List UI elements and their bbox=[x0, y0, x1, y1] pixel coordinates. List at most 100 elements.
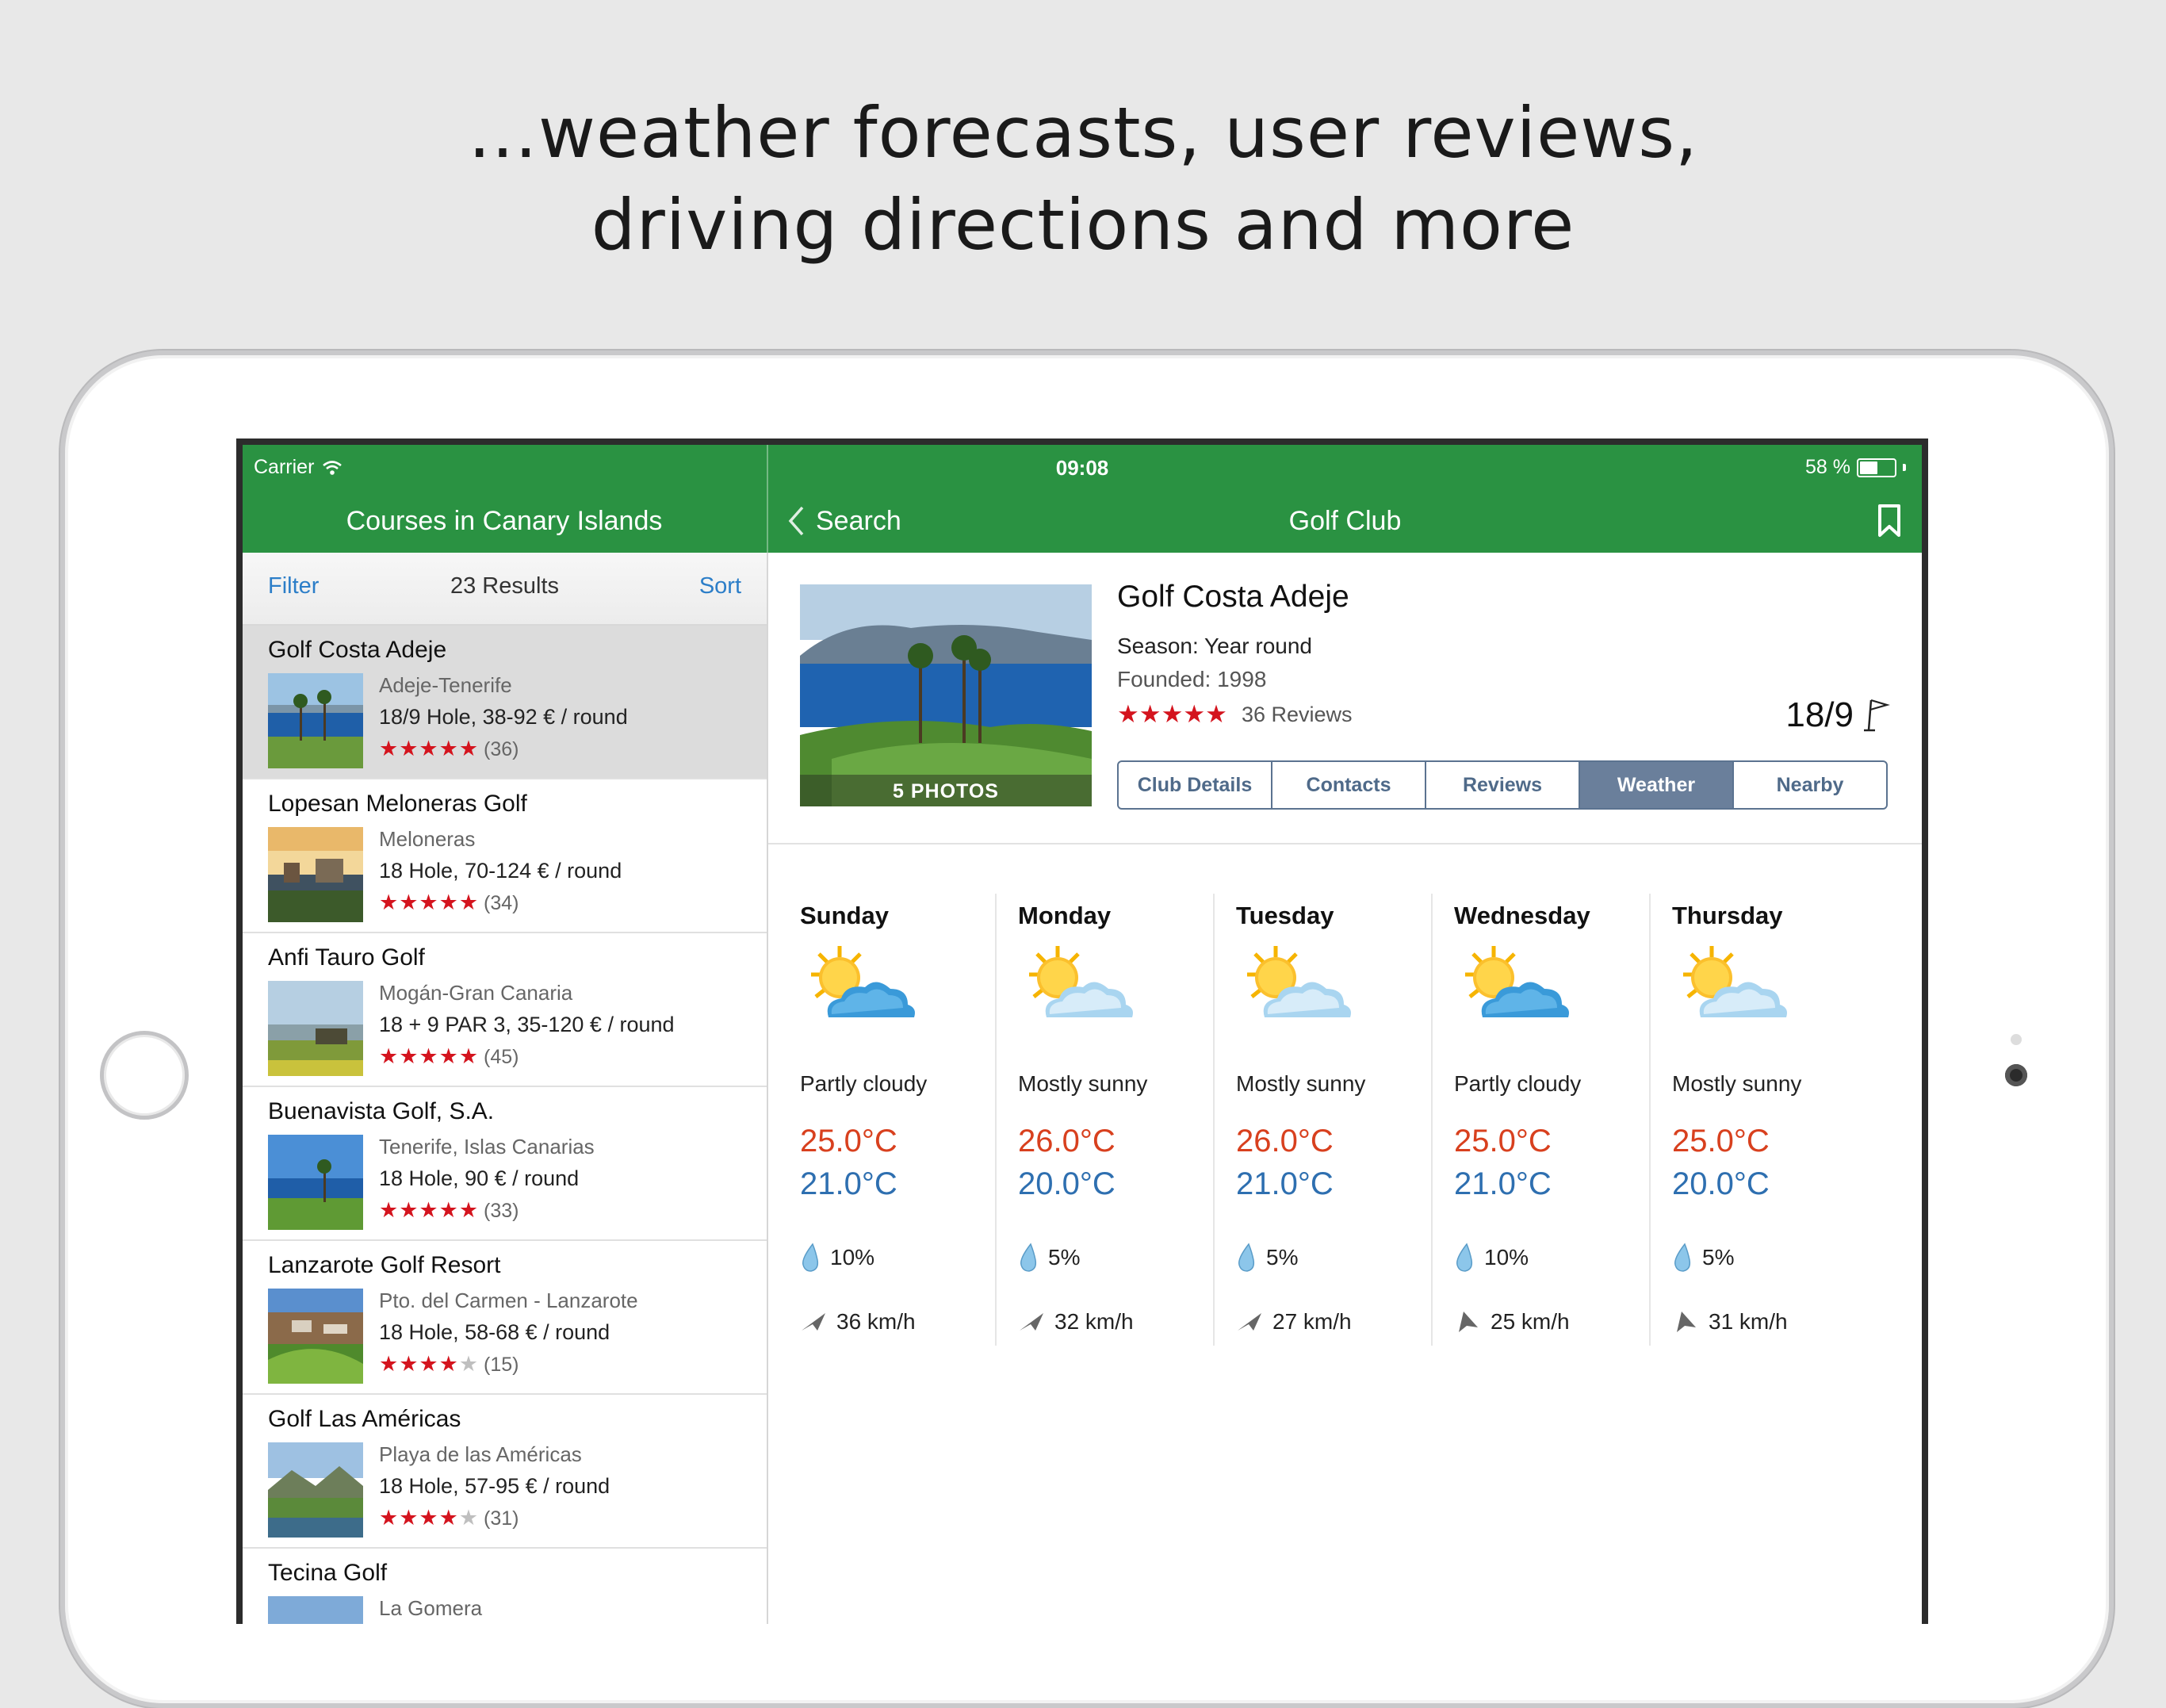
course-list-item[interactable]: Buenavista Golf, S.A. Tenerife, Islas Ca… bbox=[243, 1087, 767, 1241]
course-list-item[interactable]: Golf Costa Adeje Adeje-Tenerife 18/9 Hol… bbox=[243, 626, 767, 779]
course-location: Pto. del Carmen - Lanzarote bbox=[379, 1289, 638, 1312]
star-rating: ★★★★★ (34) bbox=[379, 890, 519, 915]
forecast-day: Monday Mostly sunny 26.0°C 20.0°C 5% 32 … bbox=[1018, 894, 1236, 1346]
device-screen: Carrier 09:08 58 % Courses in Canary Isl… bbox=[236, 438, 1928, 1624]
headline-line-2: driving directions and more bbox=[591, 184, 1575, 266]
raindrop-icon bbox=[1238, 1243, 1255, 1272]
list-nav-title: Courses in Canary Islands bbox=[346, 505, 663, 536]
star-rating: ★★★★★ (36) bbox=[379, 737, 519, 761]
detail-nav: Search Golf Club bbox=[768, 489, 1922, 553]
course-thumbnail bbox=[268, 827, 363, 922]
review-count: (36) bbox=[484, 738, 519, 760]
club-season: Season: Year round bbox=[1117, 634, 1312, 658]
wind-direction-icon bbox=[1238, 1313, 1261, 1331]
empty-star: ★ bbox=[458, 1506, 480, 1530]
rain-chance: 10% bbox=[1454, 1243, 1529, 1273]
wind-direction-icon bbox=[1459, 1312, 1478, 1332]
wind-speed: 36 km/h bbox=[800, 1309, 916, 1335]
tab-club-details[interactable]: Club Details bbox=[1119, 762, 1272, 808]
course-location: Tenerife, Islas Canarias bbox=[379, 1135, 595, 1158]
course-thumbnail bbox=[268, 1442, 363, 1538]
course-thumbnail bbox=[268, 1135, 363, 1230]
partly-cloudy-icon bbox=[1465, 946, 1569, 1017]
course-thumbnail bbox=[268, 1596, 363, 1624]
course-info: 18 Hole, 90 € / round bbox=[379, 1166, 580, 1190]
day-divider bbox=[1649, 894, 1651, 1346]
weather-description: Partly cloudy bbox=[800, 1071, 928, 1096]
sort-button[interactable]: Sort bbox=[699, 573, 741, 599]
tab-contacts[interactable]: Contacts bbox=[1272, 762, 1426, 808]
mostly-sunny-icon bbox=[1029, 946, 1133, 1017]
temp-high: 25.0°C bbox=[1672, 1124, 1770, 1158]
course-info: 18 Hole, 57-95 € / round bbox=[379, 1474, 610, 1498]
course-list-item[interactable]: Anfi Tauro Golf Mogán-Gran Canaria 18 + … bbox=[243, 933, 767, 1087]
raindrop-icon bbox=[1020, 1243, 1037, 1272]
battery-fill bbox=[1860, 461, 1877, 474]
day-name: Monday bbox=[1018, 902, 1112, 929]
weather-description: Mostly sunny bbox=[1236, 1071, 1366, 1096]
course-info: 18 Hole, 70-124 € / round bbox=[379, 859, 622, 883]
club-founded: Founded: 1998 bbox=[1117, 667, 1267, 691]
temp-low: 21.0°C bbox=[1236, 1166, 1334, 1201]
empty-star: ★ bbox=[458, 1352, 480, 1376]
forecast-day: Sunday Partly cloudy 25.0°C 21.0°C 10% 3… bbox=[800, 894, 1018, 1346]
temp-low: 20.0°C bbox=[1018, 1166, 1116, 1201]
course-name: Tecina Golf bbox=[268, 1560, 388, 1586]
weather-description: Partly cloudy bbox=[1454, 1071, 1582, 1096]
star-rating: ★★★★★ (15) bbox=[379, 1352, 519, 1377]
forecast-day: Wednesday Partly cloudy 25.0°C 21.0°C 10… bbox=[1454, 894, 1672, 1346]
day-divider bbox=[1431, 894, 1433, 1346]
course-info: 18 Hole, 58-68 € / round bbox=[379, 1320, 610, 1344]
course-name: Golf Las Américas bbox=[268, 1406, 461, 1432]
rating-stars: ★★★★ bbox=[379, 1506, 459, 1530]
review-count: (33) bbox=[484, 1200, 519, 1222]
battery-percent: 58 % bbox=[1805, 456, 1850, 478]
tab-nearby[interactable]: Nearby bbox=[1734, 762, 1886, 808]
star-rating: ★★★★★ (45) bbox=[379, 1044, 519, 1069]
course-name: Buenavista Golf, S.A. bbox=[268, 1098, 495, 1124]
temp-high: 26.0°C bbox=[1236, 1124, 1334, 1158]
course-list-panel: Filter 23 Results Sort Golf Costa Adeje … bbox=[243, 553, 767, 1624]
rating-stars: ★★★★★ bbox=[1117, 700, 1227, 728]
bookmark-button[interactable] bbox=[1877, 504, 1901, 546]
course-thumbnail bbox=[268, 981, 363, 1076]
course-location: Adeje-Tenerife bbox=[379, 673, 512, 697]
tab-reviews[interactable]: Reviews bbox=[1426, 762, 1580, 808]
temp-low: 20.0°C bbox=[1672, 1166, 1770, 1201]
course-location: Playa de las Américas bbox=[379, 1442, 582, 1466]
wind-speed: 25 km/h bbox=[1454, 1309, 1570, 1335]
rain-value: 5% bbox=[1702, 1245, 1735, 1270]
weather-forecast: Sunday Partly cloudy 25.0°C 21.0°C 10% 3… bbox=[800, 894, 1894, 1354]
results-count: 23 Results bbox=[450, 573, 559, 599]
club-photo[interactable]: 5 PHOTOS bbox=[800, 584, 1092, 806]
rain-chance: 5% bbox=[1018, 1243, 1080, 1273]
forecast-day: Tuesday Mostly sunny 26.0°C 21.0°C 5% 27… bbox=[1236, 894, 1454, 1346]
course-list-item[interactable]: Tecina Golf La Gomera bbox=[243, 1549, 767, 1624]
course-list-item[interactable]: Lopesan Meloneras Golf Meloneras 18 Hole… bbox=[243, 779, 767, 933]
course-list-item[interactable]: Lanzarote Golf Resort Pto. del Carmen - … bbox=[243, 1241, 767, 1395]
course-thumbnail bbox=[268, 1289, 363, 1384]
battery-indicator: 58 % bbox=[1805, 456, 1906, 479]
status-bar: Carrier 09:08 58 % bbox=[243, 445, 1922, 489]
tab-weather[interactable]: Weather bbox=[1580, 762, 1734, 808]
rain-chance: 5% bbox=[1236, 1243, 1298, 1273]
battery-tip bbox=[1903, 464, 1906, 471]
course-info: 18/9 Hole, 38-92 € / round bbox=[379, 705, 628, 729]
course-name: Lanzarote Golf Resort bbox=[268, 1252, 501, 1278]
weather-description: Mostly sunny bbox=[1018, 1071, 1148, 1096]
forecast-day: Thursday Mostly sunny 25.0°C 20.0°C 5% 3… bbox=[1672, 894, 1890, 1346]
star-rating: ★★★★★ (33) bbox=[379, 1198, 519, 1223]
temp-high: 25.0°C bbox=[800, 1124, 897, 1158]
detail-tabs: Club Details Contacts Reviews Weather Ne… bbox=[1117, 760, 1888, 810]
home-button[interactable] bbox=[100, 1031, 189, 1120]
wind-direction-icon bbox=[802, 1313, 825, 1331]
mostly-sunny-icon bbox=[1247, 946, 1351, 1017]
headline-line-1: …weather forecasts, user reviews, bbox=[467, 92, 1699, 174]
club-rating[interactable]: ★★★★★ 36 Reviews bbox=[1117, 700, 1353, 729]
rating-stars: ★★★★★ bbox=[379, 737, 480, 760]
mostly-sunny-icon bbox=[1683, 946, 1787, 1017]
course-list-item[interactable]: Golf Las Américas Playa de las Américas … bbox=[243, 1395, 767, 1549]
course-thumbnail bbox=[268, 673, 363, 768]
day-name: Thursday bbox=[1672, 902, 1783, 929]
navigation-bar: Carrier 09:08 58 % Courses in Canary Isl… bbox=[243, 445, 1922, 553]
